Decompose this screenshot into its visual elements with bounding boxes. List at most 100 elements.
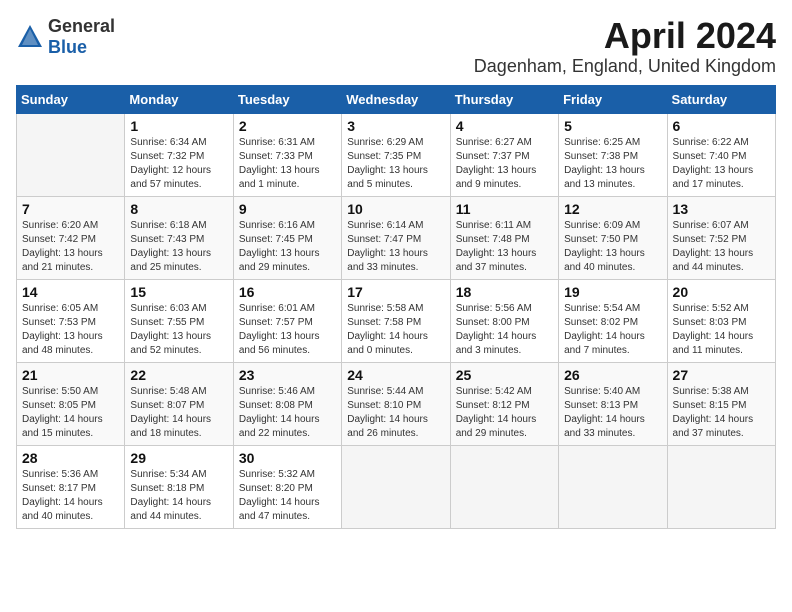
day-number: 28	[22, 450, 119, 466]
day-info: Sunrise: 6:01 AMSunset: 7:57 PMDaylight:…	[239, 302, 336, 358]
day-number: 6	[673, 118, 770, 134]
day-info: Sunrise: 6:03 AMSunset: 7:55 PMDaylight:…	[130, 302, 227, 358]
title-area: April 2024 Dagenham, England, United Kin…	[474, 16, 776, 77]
day-number: 2	[239, 118, 336, 134]
calendar-cell: 12 Sunrise: 6:09 AMSunset: 7:50 PMDayligh…	[559, 196, 667, 279]
day-info: Sunrise: 5:48 AMSunset: 8:07 PMDaylight:…	[130, 385, 227, 441]
calendar-cell: 30Sunrise: 5:32 AMSunset: 8:20 PMDayligh…	[233, 445, 341, 528]
day-number: 22	[130, 367, 227, 383]
calendar-cell: 26 Sunrise: 5:40 AMSunset: 8:13 PMDayligh…	[559, 362, 667, 445]
day-info: Sunrise: 6:31 AMSunset: 7:33 PMDaylight:…	[239, 136, 336, 192]
day-number: 10	[347, 201, 444, 217]
day-info: Sunrise: 5:42 AMSunset: 8:12 PMDaylight:…	[456, 385, 553, 441]
calendar-cell: 4 Sunrise: 6:27 AMSunset: 7:37 PMDaylight…	[450, 113, 558, 196]
day-number: 15	[130, 284, 227, 300]
day-number: 1	[130, 118, 227, 134]
day-number: 12	[564, 201, 661, 217]
day-number: 5	[564, 118, 661, 134]
day-number: 26	[564, 367, 661, 383]
day-info: Sunrise: 6:27 AMSunset: 7:37 PMDaylight:…	[456, 136, 553, 192]
calendar-cell: 16 Sunrise: 6:01 AMSunset: 7:57 PMDayligh…	[233, 279, 341, 362]
calendar-cell: 2 Sunrise: 6:31 AMSunset: 7:33 PMDaylight…	[233, 113, 341, 196]
calendar-cell: 29 Sunrise: 5:34 AMSunset: 8:18 PMDayligh…	[125, 445, 233, 528]
day-info: Sunrise: 5:50 AMSunset: 8:05 PMDaylight:…	[22, 385, 119, 441]
calendar-cell: 19 Sunrise: 5:54 AMSunset: 8:02 PMDayligh…	[559, 279, 667, 362]
calendar-cell: 3Sunrise: 6:29 AMSunset: 7:35 PMDaylight…	[342, 113, 450, 196]
week-row-3: 14 Sunrise: 6:05 AMSunset: 7:53 PMDayligh…	[17, 279, 776, 362]
day-info: Sunrise: 5:52 AMSunset: 8:03 PMDaylight:…	[673, 302, 770, 358]
location-title: Dagenham, England, United Kingdom	[474, 56, 776, 77]
calendar-cell: 17 Sunrise: 5:58 AMSunset: 7:58 PMDayligh…	[342, 279, 450, 362]
day-info: Sunrise: 5:40 AMSunset: 8:13 PMDaylight:…	[564, 385, 661, 441]
calendar-cell: 25 Sunrise: 5:42 AMSunset: 8:12 PMDayligh…	[450, 362, 558, 445]
header-row: SundayMondayTuesdayWednesdayThursdayFrid…	[17, 85, 776, 113]
day-number: 20	[673, 284, 770, 300]
day-header-tuesday: Tuesday	[233, 85, 341, 113]
day-info: Sunrise: 6:07 AMSunset: 7:52 PMDaylight:…	[673, 219, 770, 275]
calendar-cell	[450, 445, 558, 528]
day-number: 16	[239, 284, 336, 300]
day-info: Sunrise: 6:22 AMSunset: 7:40 PMDaylight:…	[673, 136, 770, 192]
calendar-cell: 8Sunrise: 6:18 AMSunset: 7:43 PMDaylight…	[125, 196, 233, 279]
calendar-cell	[667, 445, 775, 528]
calendar-cell: 21 Sunrise: 5:50 AMSunset: 8:05 PMDayligh…	[17, 362, 125, 445]
day-info: Sunrise: 6:14 AMSunset: 7:47 PMDaylight:…	[347, 219, 444, 275]
calendar-cell: 5Sunrise: 6:25 AMSunset: 7:38 PMDaylight…	[559, 113, 667, 196]
day-header-thursday: Thursday	[450, 85, 558, 113]
calendar-cell: 6 Sunrise: 6:22 AMSunset: 7:40 PMDaylight…	[667, 113, 775, 196]
calendar-table: SundayMondayTuesdayWednesdayThursdayFrid…	[16, 85, 776, 529]
calendar-cell: 15 Sunrise: 6:03 AMSunset: 7:55 PMDayligh…	[125, 279, 233, 362]
day-info: Sunrise: 6:34 AMSunset: 7:32 PMDaylight:…	[130, 136, 227, 192]
day-number: 23	[239, 367, 336, 383]
day-number: 17	[347, 284, 444, 300]
logo-general: General	[48, 16, 115, 36]
calendar-cell	[559, 445, 667, 528]
day-number: 25	[456, 367, 553, 383]
logo-blue: Blue	[48, 37, 87, 57]
day-number: 18	[456, 284, 553, 300]
calendar-cell: 22 Sunrise: 5:48 AMSunset: 8:07 PMDayligh…	[125, 362, 233, 445]
day-number: 4	[456, 118, 553, 134]
week-row-4: 21 Sunrise: 5:50 AMSunset: 8:05 PMDayligh…	[17, 362, 776, 445]
day-info: Sunrise: 6:16 AMSunset: 7:45 PMDaylight:…	[239, 219, 336, 275]
day-info: Sunrise: 6:05 AMSunset: 7:53 PMDaylight:…	[22, 302, 119, 358]
calendar-cell: 1 Sunrise: 6:34 AMSunset: 7:32 PMDaylight…	[125, 113, 233, 196]
day-number: 27	[673, 367, 770, 383]
day-number: 29	[130, 450, 227, 466]
calendar-cell	[17, 113, 125, 196]
calendar-cell: 14 Sunrise: 6:05 AMSunset: 7:53 PMDayligh…	[17, 279, 125, 362]
day-number: 19	[564, 284, 661, 300]
day-number: 30	[239, 450, 336, 466]
header: General Blue April 2024 Dagenham, Englan…	[16, 16, 776, 77]
day-info: Sunrise: 5:46 AMSunset: 8:08 PMDaylight:…	[239, 385, 336, 441]
day-header-wednesday: Wednesday	[342, 85, 450, 113]
calendar-cell: 18 Sunrise: 5:56 AMSunset: 8:00 PMDayligh…	[450, 279, 558, 362]
calendar-cell: 9 Sunrise: 6:16 AMSunset: 7:45 PMDaylight…	[233, 196, 341, 279]
day-info: Sunrise: 5:56 AMSunset: 8:00 PMDaylight:…	[456, 302, 553, 358]
day-number: 7	[22, 201, 119, 217]
calendar-cell: 23 Sunrise: 5:46 AMSunset: 8:08 PMDayligh…	[233, 362, 341, 445]
day-number: 8	[130, 201, 227, 217]
day-info: Sunrise: 5:58 AMSunset: 7:58 PMDaylight:…	[347, 302, 444, 358]
day-number: 21	[22, 367, 119, 383]
logo: General Blue	[16, 16, 115, 58]
day-info: Sunrise: 5:54 AMSunset: 8:02 PMDaylight:…	[564, 302, 661, 358]
day-header-friday: Friday	[559, 85, 667, 113]
day-number: 13	[673, 201, 770, 217]
day-number: 14	[22, 284, 119, 300]
day-info: Sunrise: 5:36 AMSunset: 8:17 PMDaylight:…	[22, 468, 119, 524]
day-info: Sunrise: 5:34 AMSunset: 8:18 PMDaylight:…	[130, 468, 227, 524]
day-number: 11	[456, 201, 553, 217]
day-info: Sunrise: 6:09 AMSunset: 7:50 PMDaylight:…	[564, 219, 661, 275]
calendar-cell: 28 Sunrise: 5:36 AMSunset: 8:17 PMDayligh…	[17, 445, 125, 528]
day-info: Sunrise: 5:38 AMSunset: 8:15 PMDaylight:…	[673, 385, 770, 441]
calendar-cell: 24Sunrise: 5:44 AMSunset: 8:10 PMDayligh…	[342, 362, 450, 445]
calendar-cell: 13 Sunrise: 6:07 AMSunset: 7:52 PMDayligh…	[667, 196, 775, 279]
day-number: 24	[347, 367, 444, 383]
day-number: 9	[239, 201, 336, 217]
calendar-cell	[342, 445, 450, 528]
calendar-cell: 7Sunrise: 6:20 AMSunset: 7:42 PMDaylight…	[17, 196, 125, 279]
calendar-cell: 11Sunrise: 6:11 AMSunset: 7:48 PMDayligh…	[450, 196, 558, 279]
day-header-saturday: Saturday	[667, 85, 775, 113]
week-row-5: 28 Sunrise: 5:36 AMSunset: 8:17 PMDayligh…	[17, 445, 776, 528]
